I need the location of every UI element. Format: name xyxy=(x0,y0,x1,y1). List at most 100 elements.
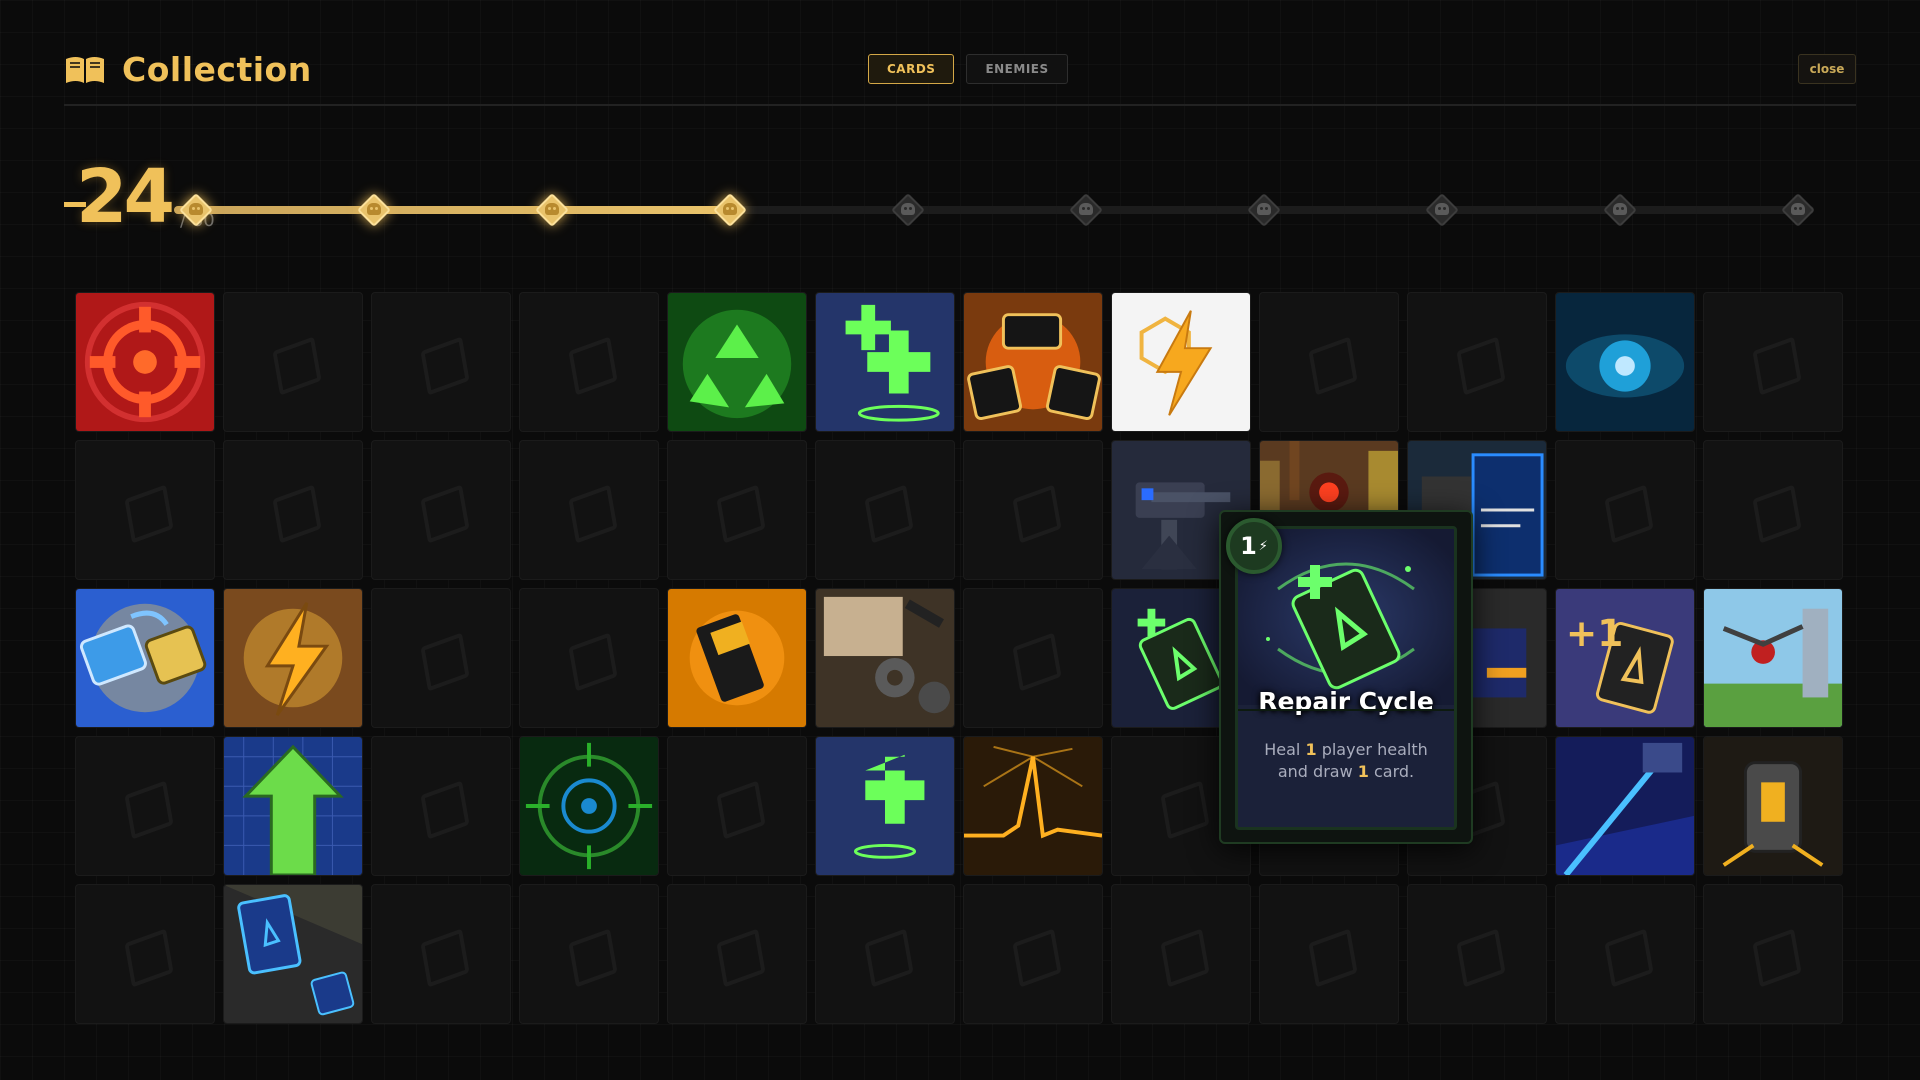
tooltip-card: Repair Cycle Heal 1 player health and dr… xyxy=(1235,526,1457,830)
skull-icon xyxy=(1257,203,1271,215)
empty-card-slot xyxy=(1407,292,1547,432)
cost-value: 1 xyxy=(1240,532,1257,560)
empty-card-slot xyxy=(1703,440,1843,580)
empty-card-slot xyxy=(371,736,511,876)
empty-card-slot xyxy=(223,292,363,432)
workshop-tools-icon xyxy=(816,589,954,727)
recycle-green-icon xyxy=(668,293,806,431)
empty-card-slot xyxy=(75,440,215,580)
card-slot[interactable] xyxy=(1111,292,1251,432)
empty-card-slot xyxy=(75,736,215,876)
skull-icon xyxy=(1791,203,1805,215)
empty-card-slot xyxy=(1555,440,1695,580)
empty-card-slot xyxy=(1703,884,1843,1024)
card-slot[interactable] xyxy=(519,736,659,876)
empty-card-slot xyxy=(519,292,659,432)
empty-card-slot xyxy=(371,588,511,728)
desc-text: Heal xyxy=(1264,740,1306,759)
milestone-marker xyxy=(1247,193,1281,227)
plus-one-card-icon: +1 xyxy=(1556,589,1694,727)
card-slot[interactable] xyxy=(75,588,215,728)
card-slot[interactable] xyxy=(1703,588,1843,728)
title-group: Collection xyxy=(64,50,312,89)
card-slot[interactable] xyxy=(963,736,1103,876)
skull-icon xyxy=(367,203,381,215)
empty-card-slot xyxy=(815,440,955,580)
svg-text:+1: +1 xyxy=(1566,611,1623,655)
card-divider xyxy=(1238,709,1454,711)
card-slot[interactable] xyxy=(815,588,955,728)
skull-icon xyxy=(723,203,737,215)
milestone-marker xyxy=(891,193,925,227)
card-burst-icon xyxy=(964,293,1102,431)
card-slot[interactable] xyxy=(667,588,807,728)
empty-card-slot xyxy=(75,884,215,1024)
card-slot[interactable] xyxy=(1555,736,1695,876)
card-slot[interactable] xyxy=(223,588,363,728)
card-name: Repair Cycle xyxy=(1258,687,1434,716)
card-description: Heal 1 player health and draw 1 card. xyxy=(1254,739,1438,784)
milestone-marker xyxy=(1603,193,1637,227)
radar-green-icon xyxy=(520,737,658,875)
tab-cards[interactable]: CARDS xyxy=(868,54,955,84)
swap-cards-icon xyxy=(76,589,214,727)
empty-card-slot xyxy=(963,440,1103,580)
progress-fill xyxy=(174,206,724,214)
close-button[interactable]: close xyxy=(1798,54,1856,84)
skull-icon xyxy=(1435,203,1449,215)
empty-card-slot xyxy=(371,440,511,580)
header: Collection CARDS ENEMIES close xyxy=(64,42,1856,106)
drone-landscape-icon xyxy=(1704,589,1842,727)
desc-number: 1 xyxy=(1305,740,1317,759)
card-slot[interactable] xyxy=(75,292,215,432)
empty-card-slot xyxy=(371,292,511,432)
empty-card-slot xyxy=(963,884,1103,1024)
generator-icon xyxy=(1704,737,1842,875)
card-slot[interactable] xyxy=(1555,292,1695,432)
eye-blue-icon xyxy=(1556,293,1694,431)
empty-card-slot xyxy=(223,440,363,580)
empty-card-slot xyxy=(371,884,511,1024)
collection-progress: 24 / 60 xyxy=(64,150,1864,250)
book-icon xyxy=(64,55,106,85)
card-slot[interactable] xyxy=(963,292,1103,432)
empty-card-slot xyxy=(963,588,1103,728)
empty-card-slot xyxy=(519,884,659,1024)
milestone-marker xyxy=(1069,193,1103,227)
skull-icon xyxy=(1613,203,1627,215)
card-slot[interactable] xyxy=(223,736,363,876)
laser-turret-icon xyxy=(1556,737,1694,875)
skull-icon xyxy=(545,203,559,215)
card-slot[interactable] xyxy=(815,736,955,876)
empty-card-slot xyxy=(1259,884,1399,1024)
empty-card-slot xyxy=(815,884,955,1024)
milestone-marker xyxy=(1781,193,1815,227)
skull-icon xyxy=(189,203,203,215)
milestone-marker xyxy=(357,193,391,227)
energy-bolt-icon: ⚡ xyxy=(1258,538,1268,554)
pulse-spike-icon xyxy=(964,737,1102,875)
card-slot[interactable]: +1 xyxy=(1555,588,1695,728)
card-slot[interactable] xyxy=(667,292,807,432)
energy-gold-icon xyxy=(224,589,362,727)
heal-plus-icon xyxy=(816,737,954,875)
card-slot[interactable] xyxy=(223,884,363,1024)
empty-card-slot xyxy=(519,588,659,728)
tab-bar: CARDS ENEMIES xyxy=(868,54,1068,84)
target-red-icon xyxy=(76,293,214,431)
collected-count: 24 xyxy=(76,154,175,240)
empty-card-slot xyxy=(667,440,807,580)
energy-white-icon xyxy=(1112,293,1250,431)
cost-badge: 1 ⚡ xyxy=(1226,518,1282,574)
upgrade-arrow-icon xyxy=(224,737,362,875)
card-grid: +1 xyxy=(75,292,1843,1024)
card-slot[interactable] xyxy=(1703,736,1843,876)
tab-enemies[interactable]: ENEMIES xyxy=(966,54,1068,84)
empty-card-slot xyxy=(1111,884,1251,1024)
card-slot[interactable] xyxy=(815,292,955,432)
empty-card-slot xyxy=(1259,292,1399,432)
empty-card-slot xyxy=(1703,292,1843,432)
empty-card-slot xyxy=(667,884,807,1024)
empty-card-slot xyxy=(519,440,659,580)
skull-icon xyxy=(1079,203,1093,215)
